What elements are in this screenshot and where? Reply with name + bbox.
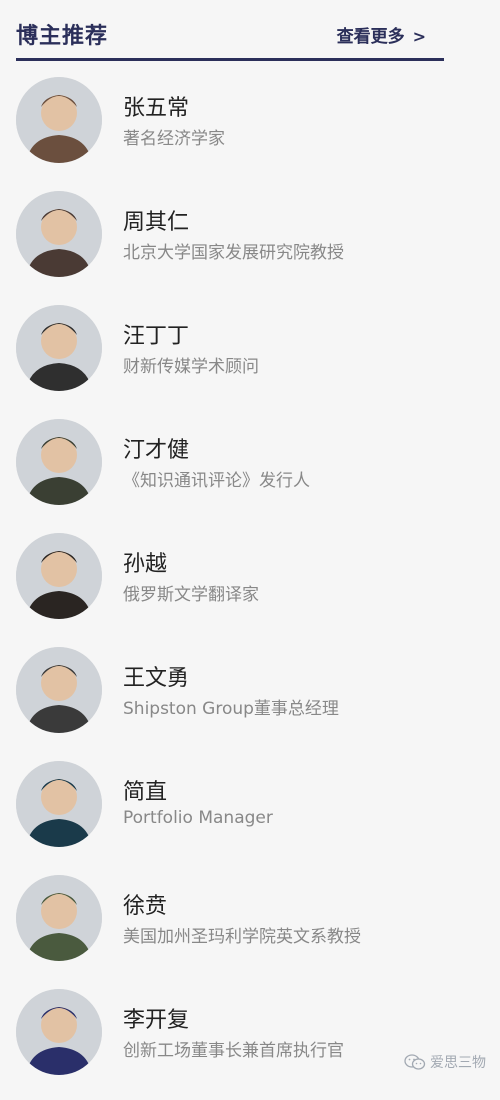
section-header: 博主推荐 查看更多 > (16, 14, 444, 61)
avatar[interactable] (16, 305, 102, 391)
person-avatar-icon (16, 77, 102, 163)
blogger-name[interactable]: 汪丁丁 (123, 318, 189, 350)
avatar[interactable] (16, 761, 102, 847)
blogger-title: 财新传媒学术顾问 (123, 357, 259, 377)
blogger-title: 俄罗斯文学翻译家 (123, 585, 259, 605)
blogger-name[interactable]: 王文勇 (123, 660, 189, 692)
blogger-name[interactable]: 孙越 (123, 546, 167, 578)
see-more-label: 查看更多 (336, 27, 405, 47)
blogger-item[interactable]: 王文勇 Shipston Group董事总经理 (0, 644, 500, 758)
blogger-title: 著名经济学家 (123, 129, 225, 149)
blogger-item[interactable]: 徐贲美国加州圣玛利学院英文系教授 (0, 872, 500, 986)
blogger-name[interactable]: 周其仁 (123, 204, 189, 236)
avatar[interactable] (16, 989, 102, 1075)
person-avatar-icon (16, 989, 102, 1075)
section-title: 博主推荐 (16, 24, 109, 49)
avatar[interactable] (16, 875, 102, 961)
avatar[interactable] (16, 419, 102, 505)
avatar[interactable] (16, 77, 102, 163)
blogger-item[interactable]: 简直 Portfolio Manager (0, 758, 500, 872)
blogger-name[interactable]: 徐贲 (123, 888, 167, 920)
avatar[interactable] (16, 533, 102, 619)
see-more-link[interactable]: 查看更多 > (337, 22, 426, 47)
blogger-name[interactable]: 汀才健 (123, 432, 189, 464)
chevron-right-icon: > (412, 27, 426, 46)
wechat-icon (404, 1054, 426, 1070)
blogger-item[interactable]: 汪丁丁财新传媒学术顾问 (0, 302, 500, 416)
person-avatar-icon (16, 761, 102, 847)
blogger-title: 美国加州圣玛利学院英文系教授 (123, 927, 361, 947)
person-avatar-icon (16, 191, 102, 277)
person-avatar-icon (16, 419, 102, 505)
person-avatar-icon (16, 875, 102, 961)
blogger-item[interactable]: 张五常 著名经济学家 (0, 74, 500, 188)
blogger-item[interactable]: 汀才健《知识通讯评论》发行人 (0, 416, 500, 530)
person-avatar-icon (16, 533, 102, 619)
blogger-item[interactable]: 周其仁北京大学国家发展研究院教授 (0, 188, 500, 302)
blogger-list: 张五常著名经济学家周其仁北京大学国家发展研究院教授汪丁丁财新传媒学术顾问汀才健《… (0, 74, 500, 1100)
blogger-title: Portfolio Manager (123, 808, 273, 828)
blogger-name[interactable]: 李开复 (123, 1002, 189, 1034)
person-avatar-icon (16, 647, 102, 733)
blogger-title: 北京大学国家发展研究院教授 (123, 243, 344, 263)
blogger-item[interactable]: 李开复创新工场董事长兼首席执行官 (0, 986, 500, 1100)
blogger-recommend-panel: 博主推荐 查看更多 > 张五常著名经济学家周其仁北京大学国家发展研究院教授汪丁丁财… (0, 0, 500, 1088)
blogger-title: Shipston Group董事总经理 (123, 699, 339, 719)
person-avatar-icon (16, 305, 102, 391)
watermark-text: 爱思三物 (430, 1055, 486, 1071)
blogger-name[interactable]: 简直 (123, 774, 167, 806)
avatar[interactable] (16, 191, 102, 277)
blogger-item[interactable]: 孙越俄罗斯文学翻译家 (0, 530, 500, 644)
watermark: 爱思三物 (404, 1052, 486, 1072)
blogger-title: 创新工场董事长兼首席执行官 (123, 1041, 344, 1061)
blogger-title: 《知识通讯评论》发行人 (123, 471, 310, 491)
blogger-name[interactable]: 张五常 (123, 90, 189, 122)
avatar[interactable] (16, 647, 102, 733)
